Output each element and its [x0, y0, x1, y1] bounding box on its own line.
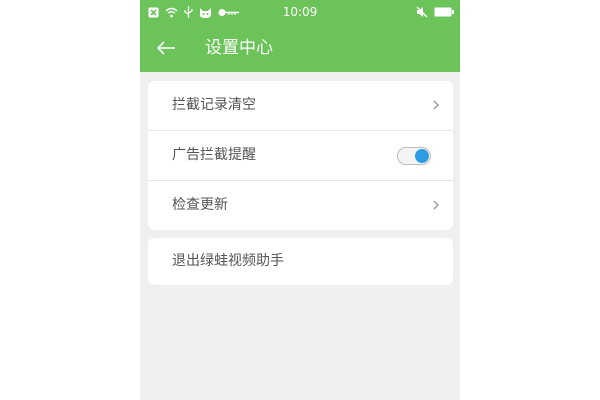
mute-icon — [416, 6, 428, 18]
app-bar: 设置中心 — [140, 24, 460, 72]
toggle-knob — [415, 149, 429, 163]
settings-item-label: 检查更新 — [172, 197, 228, 213]
settings-item-check-update[interactable]: 检查更新 — [148, 181, 453, 230]
exit-button[interactable]: 退出绿蛙视频助手 — [148, 238, 453, 285]
arrow-left-icon — [156, 41, 175, 55]
status-bar: 10:09 — [140, 0, 460, 24]
settings-item-label: 拦截记录清空 — [172, 97, 256, 113]
battery-icon — [434, 7, 454, 17]
chevron-right-icon — [433, 200, 439, 210]
chevron-right-icon — [433, 100, 439, 110]
back-button[interactable] — [150, 32, 182, 64]
phone-screen: 10:09 设置中心 拦截记录清空 广告拦截提醒 检查更新 退出绿蛙视频助手 — [140, 0, 460, 400]
settings-item-clear-records[interactable]: 拦截记录清空 — [148, 81, 453, 131]
exit-label: 退出绿蛙视频助手 — [172, 253, 284, 269]
exit-card: 退出绿蛙视频助手 — [148, 238, 453, 285]
status-time: 10:09 — [282, 5, 318, 19]
settings-card: 拦截记录清空 广告拦截提醒 检查更新 — [148, 81, 453, 230]
settings-item-label: 广告拦截提醒 — [172, 147, 256, 163]
ad-block-reminder-toggle[interactable] — [397, 147, 431, 165]
page-title: 设置中心 — [205, 38, 273, 58]
settings-item-ad-block-reminder: 广告拦截提醒 — [148, 131, 453, 181]
status-right-icons — [416, 4, 454, 20]
